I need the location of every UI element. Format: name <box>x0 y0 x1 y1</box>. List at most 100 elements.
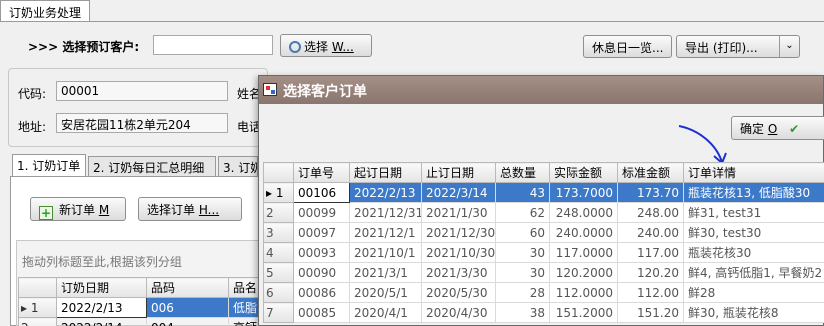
grid-header-name[interactable]: 品名 <box>228 277 261 298</box>
cell-standard[interactable]: 120.20 <box>617 262 684 283</box>
table-row[interactable]: 2 00099 2021/12/31 2021/1/30 62 248.0000… <box>263 202 824 223</box>
chevron-down-icon[interactable]: ⌄ <box>779 36 799 57</box>
ok-button[interactable]: 确定 O ✔ <box>731 116 824 140</box>
table-row[interactable]: 7 00085 2020/4/1 2020/4/30 38 151.2000 1… <box>263 302 824 323</box>
export-button[interactable]: 导出 (打印)... ⌄ <box>676 35 800 58</box>
select-order-button[interactable]: 选择订单 H... <box>138 197 242 221</box>
orders-header-start[interactable]: 起订日期 <box>349 162 422 183</box>
cell-start[interactable]: 2021/3/1 <box>349 262 422 283</box>
table-row[interactable]: 2 2022/2/14 004 高钙 <box>18 317 261 326</box>
cell-code[interactable]: 006 <box>146 297 229 318</box>
select-order-label: 选择订单 <box>147 203 196 217</box>
row-indicator: 6 <box>263 282 294 303</box>
table-row[interactable]: 3 00097 2021/12/1 2021/12/30 60 240.0000… <box>263 222 824 243</box>
cell-id[interactable]: 00097 <box>293 222 350 243</box>
cell-standard[interactable]: 112.00 <box>617 282 684 303</box>
cell-id[interactable]: 00093 <box>293 242 350 263</box>
table-row[interactable]: 6 00086 2020/5/1 2020/5/30 28 112.0000 1… <box>263 282 824 303</box>
cell-start[interactable]: 2020/5/1 <box>349 282 422 303</box>
cell-qty[interactable]: 28 <box>495 282 550 303</box>
cell-id[interactable]: 00090 <box>293 262 350 283</box>
cell-qty[interactable]: 43 <box>495 182 550 203</box>
grid-indicator-header <box>18 277 57 298</box>
cell-actual[interactable]: 151.2000 <box>549 302 618 323</box>
cell-start[interactable]: 2021/12/31 <box>349 202 422 223</box>
group-by-hint: 拖动列标题至此,根据该列分组 <box>22 255 182 269</box>
cell-detail[interactable]: 鲜30, test30 <box>683 222 824 243</box>
cell-end[interactable]: 2021/1/30 <box>421 202 496 223</box>
cell-standard[interactable]: 173.70 <box>617 182 684 203</box>
customer-search-input[interactable] <box>153 35 273 55</box>
tab-daily-summary[interactable]: 2. 订奶每日汇总明细 <box>88 156 216 176</box>
cell-end[interactable]: 2022/3/14 <box>421 182 496 203</box>
cell-standard[interactable]: 151.20 <box>617 302 684 323</box>
grid-header-date[interactable]: 订奶日期 <box>56 277 147 298</box>
cell-qty[interactable]: 60 <box>495 222 550 243</box>
orders-header-qty[interactable]: 总数量 <box>495 162 550 183</box>
new-order-button[interactable]: + 新订单 M <box>30 197 126 221</box>
cell-actual[interactable]: 120.2000 <box>549 262 618 283</box>
cell-detail[interactable]: 鲜4, 高钙低脂1, 早餐奶2 <box>683 262 824 283</box>
orders-header-detail[interactable]: 订单详情 <box>683 162 824 183</box>
tab-orders[interactable]: 1. 订奶订单 <box>12 154 86 176</box>
cell-start[interactable]: 2020/4/1 <box>349 302 422 323</box>
export-button-label: 导出 (打印)... <box>685 41 758 55</box>
order-items-grid: 订奶日期 品码 品名 ▸ 1 2022/2/13 006 低脂 2 2022/2… <box>18 277 261 326</box>
cell-standard[interactable]: 248.00 <box>617 202 684 223</box>
cell-detail[interactable]: 瓶装花核30 <box>683 242 824 263</box>
cell-id[interactable]: 00085 <box>293 302 350 323</box>
row-indicator: 3 <box>263 222 294 243</box>
cell-end[interactable]: 2021/12/30 <box>421 222 496 243</box>
table-row[interactable]: ▸ 1 00106 2022/2/13 2022/3/14 43 173.700… <box>263 182 824 203</box>
cell-end[interactable]: 2021/3/30 <box>421 262 496 283</box>
cell-qty[interactable]: 38 <box>495 302 550 323</box>
row-indicator: ▸ 1 <box>18 297 57 318</box>
cell-qty[interactable]: 62 <box>495 202 550 223</box>
cell-date[interactable]: 2022/2/13 <box>56 297 147 318</box>
cell-actual[interactable]: 173.7000 <box>549 182 618 203</box>
cell-qty[interactable]: 30 <box>495 262 550 283</box>
tab-third[interactable]: 3. 订奶 <box>218 156 258 176</box>
orders-header-end[interactable]: 止订日期 <box>421 162 496 183</box>
cell-end[interactable]: 2020/5/30 <box>421 282 496 303</box>
cell-standard[interactable]: 240.00 <box>617 222 684 243</box>
cell-start[interactable]: 2022/2/13 <box>349 182 422 203</box>
cell-detail[interactable]: 鲜30, 瓶装花核8 <box>683 302 824 323</box>
grid-header-code[interactable]: 品码 <box>146 277 229 298</box>
cell-id[interactable]: 00086 <box>293 282 350 303</box>
cell-standard[interactable]: 117.00 <box>617 242 684 263</box>
select-customer-button[interactable]: 选择 W... <box>280 34 372 57</box>
cell-id[interactable]: 00106 <box>293 182 350 203</box>
main-tab-title[interactable]: 订奶业务处理 <box>0 0 91 22</box>
cell-detail[interactable]: 鲜28 <box>683 282 824 303</box>
cell-name[interactable]: 低脂 <box>228 297 261 318</box>
cell-id[interactable]: 00099 <box>293 202 350 223</box>
orders-header-standard[interactable]: 标准金额 <box>617 162 684 183</box>
row-indicator: 4 <box>263 242 294 263</box>
table-row[interactable]: ▸ 1 2022/2/13 006 低脂 <box>18 297 261 318</box>
holiday-list-button[interactable]: 休息日一览... <box>583 35 673 58</box>
cell-name[interactable]: 高钙 <box>228 317 261 326</box>
cell-detail[interactable]: 瓶装花核13, 低脂酸30 <box>683 182 824 203</box>
cell-end[interactable]: 2020/4/30 <box>421 302 496 323</box>
orders-header-actual[interactable]: 实际金额 <box>549 162 618 183</box>
cell-actual[interactable]: 117.0000 <box>549 242 618 263</box>
row-indicator: 2 <box>263 202 294 223</box>
code-label: 代码: <box>18 87 47 101</box>
select-customer-label: >>> 选择预订客户: <box>28 40 140 54</box>
row-indicator: 2 <box>18 317 57 326</box>
cell-actual[interactable]: 240.0000 <box>549 222 618 243</box>
cell-end[interactable]: 2021/10/30 <box>421 242 496 263</box>
cell-actual[interactable]: 248.0000 <box>549 202 618 223</box>
cell-actual[interactable]: 112.0000 <box>549 282 618 303</box>
orders-header-id[interactable]: 订单号 <box>293 162 350 183</box>
cell-qty[interactable]: 30 <box>495 242 550 263</box>
table-row[interactable]: 4 00093 2021/10/1 2021/10/30 30 117.0000… <box>263 242 824 263</box>
cell-detail[interactable]: 鲜31, test31 <box>683 202 824 223</box>
cell-start[interactable]: 2021/12/1 <box>349 222 422 243</box>
cell-start[interactable]: 2021/10/1 <box>349 242 422 263</box>
cell-code[interactable]: 004 <box>146 317 229 326</box>
cell-date[interactable]: 2022/2/14 <box>56 317 147 326</box>
table-row[interactable]: 5 00090 2021/3/1 2021/3/30 30 120.2000 1… <box>263 262 824 283</box>
dialog-title[interactable]: 选择客户订单 <box>259 76 823 104</box>
